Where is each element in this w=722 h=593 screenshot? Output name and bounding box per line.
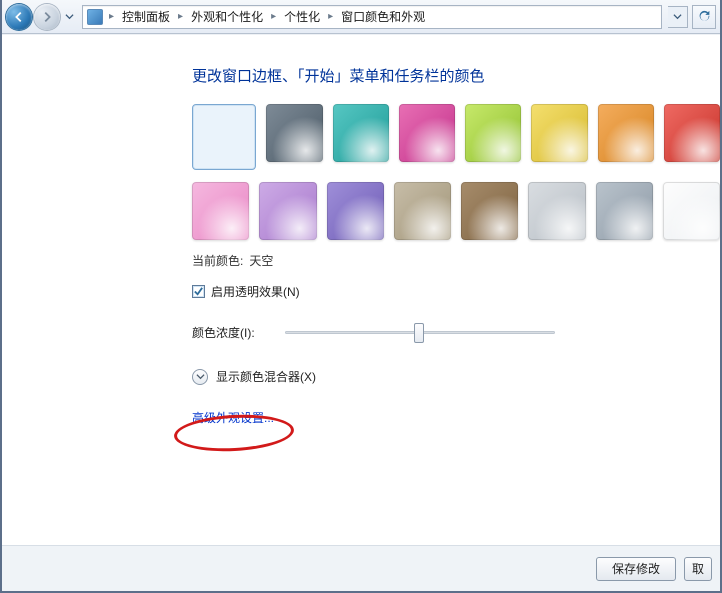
color-mixer-row[interactable]: 显示颜色混合器(X) bbox=[192, 368, 720, 385]
breadcrumb-dropdown[interactable] bbox=[668, 6, 688, 28]
intensity-slider[interactable] bbox=[285, 322, 555, 342]
color-row-1 bbox=[192, 104, 720, 170]
color-swatch-pink[interactable] bbox=[192, 182, 249, 240]
advanced-link-text: 高级外观设置... bbox=[192, 411, 274, 425]
cancel-button[interactable]: 取 bbox=[684, 557, 712, 581]
color-swatch-lavender[interactable] bbox=[259, 182, 316, 240]
page-title: 更改窗口边框、「开始」菜单和任务栏的颜色 bbox=[192, 65, 720, 86]
forward-button[interactable] bbox=[34, 4, 60, 30]
transparency-label: 启用透明效果(N) bbox=[211, 283, 300, 300]
slider-thumb[interactable] bbox=[414, 323, 424, 343]
nav-history-dropdown[interactable] bbox=[62, 6, 76, 28]
color-swatch-white[interactable] bbox=[663, 182, 720, 240]
current-color-value: 天空 bbox=[249, 252, 273, 269]
color-swatch-slate[interactable] bbox=[266, 104, 322, 162]
breadcrumb-sep: ▸ bbox=[107, 11, 116, 22]
intensity-row: 颜色浓度(I): bbox=[192, 322, 720, 342]
color-swatch-gold[interactable] bbox=[531, 104, 587, 162]
color-swatch-brown[interactable] bbox=[461, 182, 518, 240]
breadcrumb-sep: ▸ bbox=[269, 11, 278, 22]
breadcrumb-item[interactable]: 控制面板 bbox=[118, 6, 174, 27]
color-swatch-lime[interactable] bbox=[465, 104, 521, 162]
breadcrumb-item[interactable]: 个性化 bbox=[280, 6, 324, 27]
breadcrumb-sep: ▸ bbox=[176, 11, 185, 22]
dialog-button-bar: 保存修改 取 bbox=[2, 545, 720, 591]
color-swatch-teal[interactable] bbox=[333, 104, 389, 162]
breadcrumb-sep: ▸ bbox=[326, 11, 335, 22]
color-mixer-label: 显示颜色混合器(X) bbox=[216, 368, 316, 385]
refresh-icon bbox=[698, 10, 711, 23]
transparency-checkbox-row[interactable]: 启用透明效果(N) bbox=[192, 283, 720, 300]
color-swatch-steel[interactable] bbox=[596, 182, 653, 240]
explorer-navbar: ▸ 控制面板 ▸ 外观和个性化 ▸ 个性化 ▸ 窗口颜色和外观 bbox=[2, 0, 720, 34]
color-swatch-silver[interactable] bbox=[528, 182, 585, 240]
arrow-left-icon bbox=[12, 10, 26, 24]
breadcrumb[interactable]: ▸ 控制面板 ▸ 外观和个性化 ▸ 个性化 ▸ 窗口颜色和外观 bbox=[82, 5, 662, 29]
location-icon bbox=[87, 9, 103, 25]
arrow-right-icon bbox=[40, 10, 54, 24]
back-button[interactable] bbox=[6, 4, 32, 30]
intensity-label: 颜色浓度(I): bbox=[192, 324, 255, 341]
color-swatch-red[interactable] bbox=[664, 104, 720, 162]
chevron-down-icon bbox=[673, 12, 682, 21]
chevron-down-icon bbox=[65, 12, 74, 21]
color-swatch-orange[interactable] bbox=[598, 104, 654, 162]
expand-mixer-button[interactable] bbox=[192, 369, 208, 385]
color-swatch-magenta[interactable] bbox=[399, 104, 455, 162]
color-swatch-taupe[interactable] bbox=[394, 182, 451, 240]
chevron-down-icon bbox=[196, 372, 205, 381]
breadcrumb-item[interactable]: 外观和个性化 bbox=[187, 6, 267, 27]
save-button[interactable]: 保存修改 bbox=[596, 557, 676, 581]
color-swatch-violet[interactable] bbox=[327, 182, 384, 240]
check-icon bbox=[193, 286, 204, 297]
current-color-label: 当前颜色: bbox=[192, 252, 243, 269]
breadcrumb-item[interactable]: 窗口颜色和外观 bbox=[337, 6, 429, 27]
content-area: 更改窗口边框、「开始」菜单和任务栏的颜色 当前颜色: 天空 启用透明效果(N) bbox=[2, 34, 720, 545]
color-swatch-selected[interactable] bbox=[192, 104, 256, 170]
current-color-row: 当前颜色: 天空 bbox=[192, 252, 720, 269]
advanced-appearance-link[interactable]: 高级外观设置... bbox=[192, 409, 720, 426]
color-row-2 bbox=[192, 182, 720, 240]
transparency-checkbox[interactable] bbox=[192, 285, 205, 298]
refresh-button[interactable] bbox=[692, 5, 716, 29]
